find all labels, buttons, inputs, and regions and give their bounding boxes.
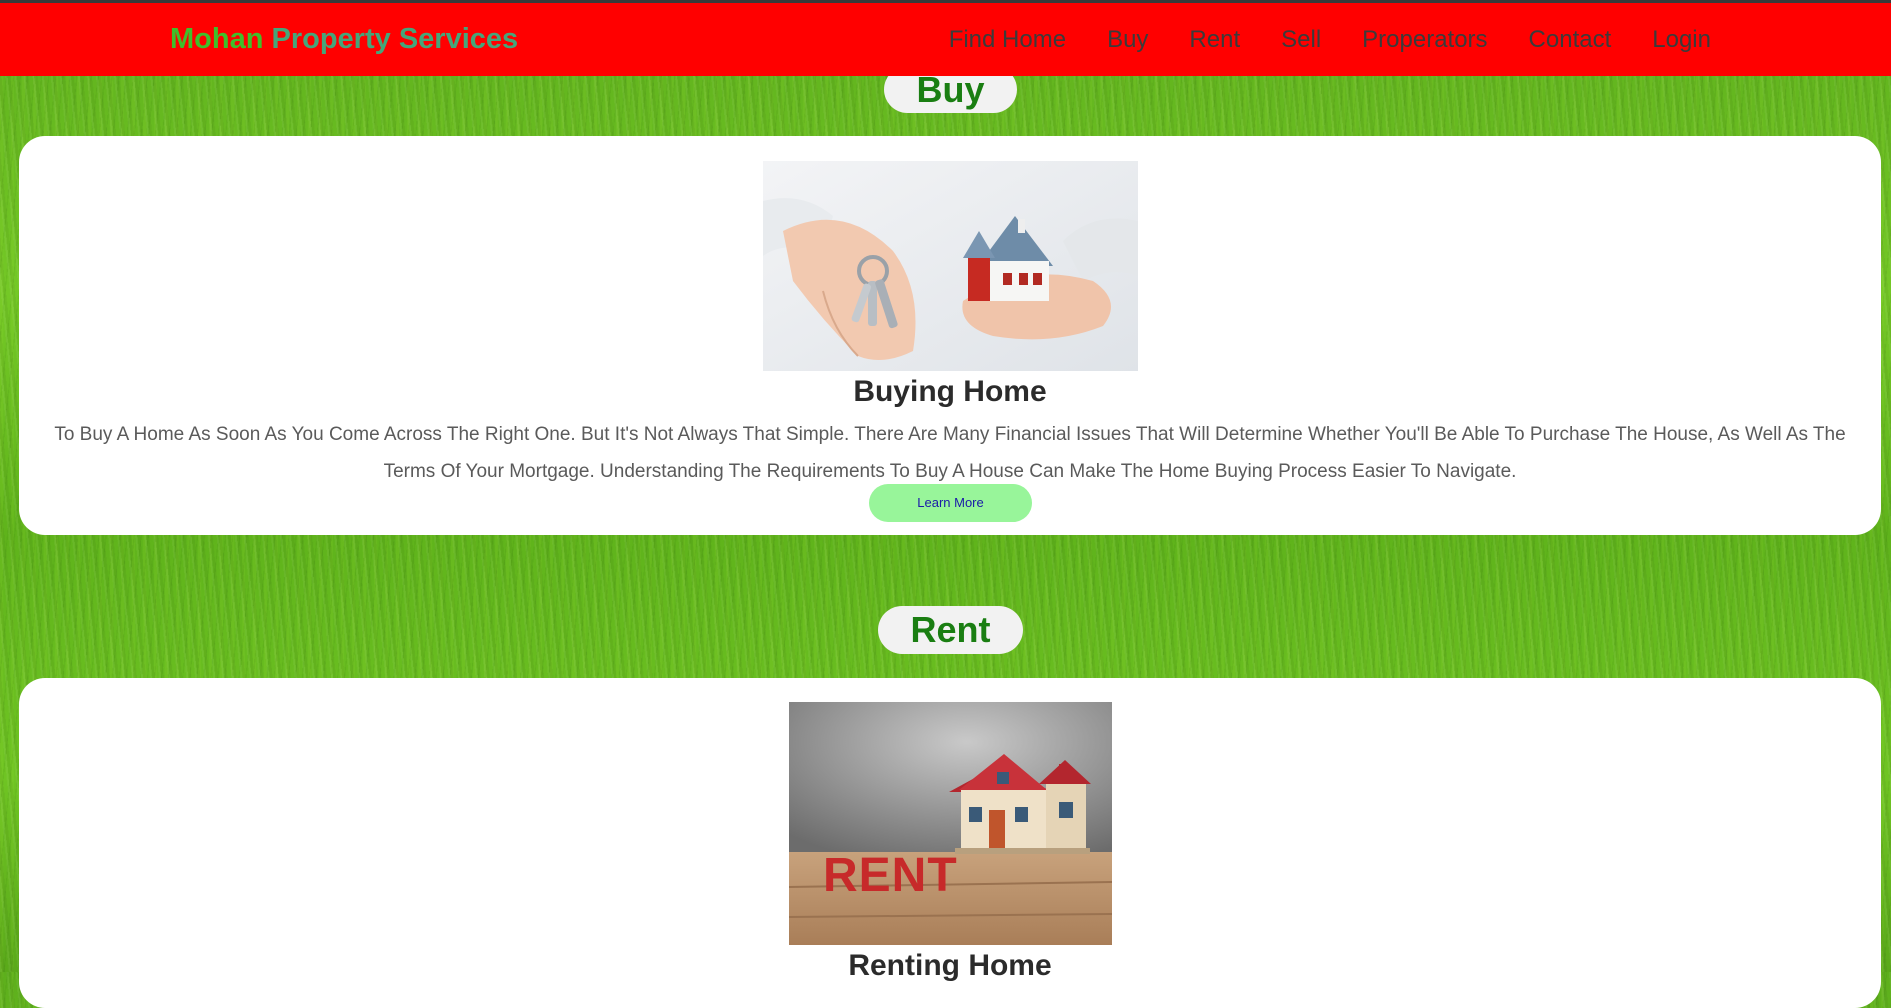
rent-home-image: RENT bbox=[789, 702, 1112, 945]
rent-section-title: Rent bbox=[878, 606, 1023, 654]
nav-buy[interactable]: Buy bbox=[1107, 26, 1148, 54]
buy-card-heading: Buying Home bbox=[853, 375, 1047, 408]
buy-card-description: To Buy A Home As Soon As You Come Across… bbox=[54, 424, 1846, 482]
rent-house-illustration bbox=[789, 702, 1112, 945]
buy-home-image bbox=[763, 161, 1138, 371]
buy-card: Buying Home To Buy A Home As Soon As You… bbox=[19, 136, 1881, 535]
nav-rent[interactable]: Rent bbox=[1189, 26, 1240, 54]
navbar: Mohan Property Services Find Home Buy Re… bbox=[0, 3, 1891, 76]
brand-first-word: Mohan bbox=[170, 23, 264, 55]
nav-links: Find Home Buy Rent Sell Properators Cont… bbox=[949, 3, 1711, 76]
nav-properators[interactable]: Properators bbox=[1362, 26, 1487, 54]
hands-keys-house-illustration bbox=[763, 161, 1138, 371]
brand-rest: Property Services bbox=[271, 23, 519, 55]
rent-image-label: RENT bbox=[823, 849, 958, 902]
brand-logo[interactable]: Mohan Property Services bbox=[170, 3, 518, 76]
rent-card: RENT Renting Home bbox=[19, 678, 1881, 1008]
nav-sell[interactable]: Sell bbox=[1281, 26, 1321, 54]
nav-find-home[interactable]: Find Home bbox=[949, 26, 1066, 54]
buy-learn-more-button[interactable]: Learn More bbox=[869, 484, 1032, 522]
top-border bbox=[0, 0, 1891, 3]
nav-login[interactable]: Login bbox=[1652, 26, 1711, 54]
rent-card-heading: Renting Home bbox=[848, 949, 1052, 982]
nav-contact[interactable]: Contact bbox=[1529, 26, 1612, 54]
